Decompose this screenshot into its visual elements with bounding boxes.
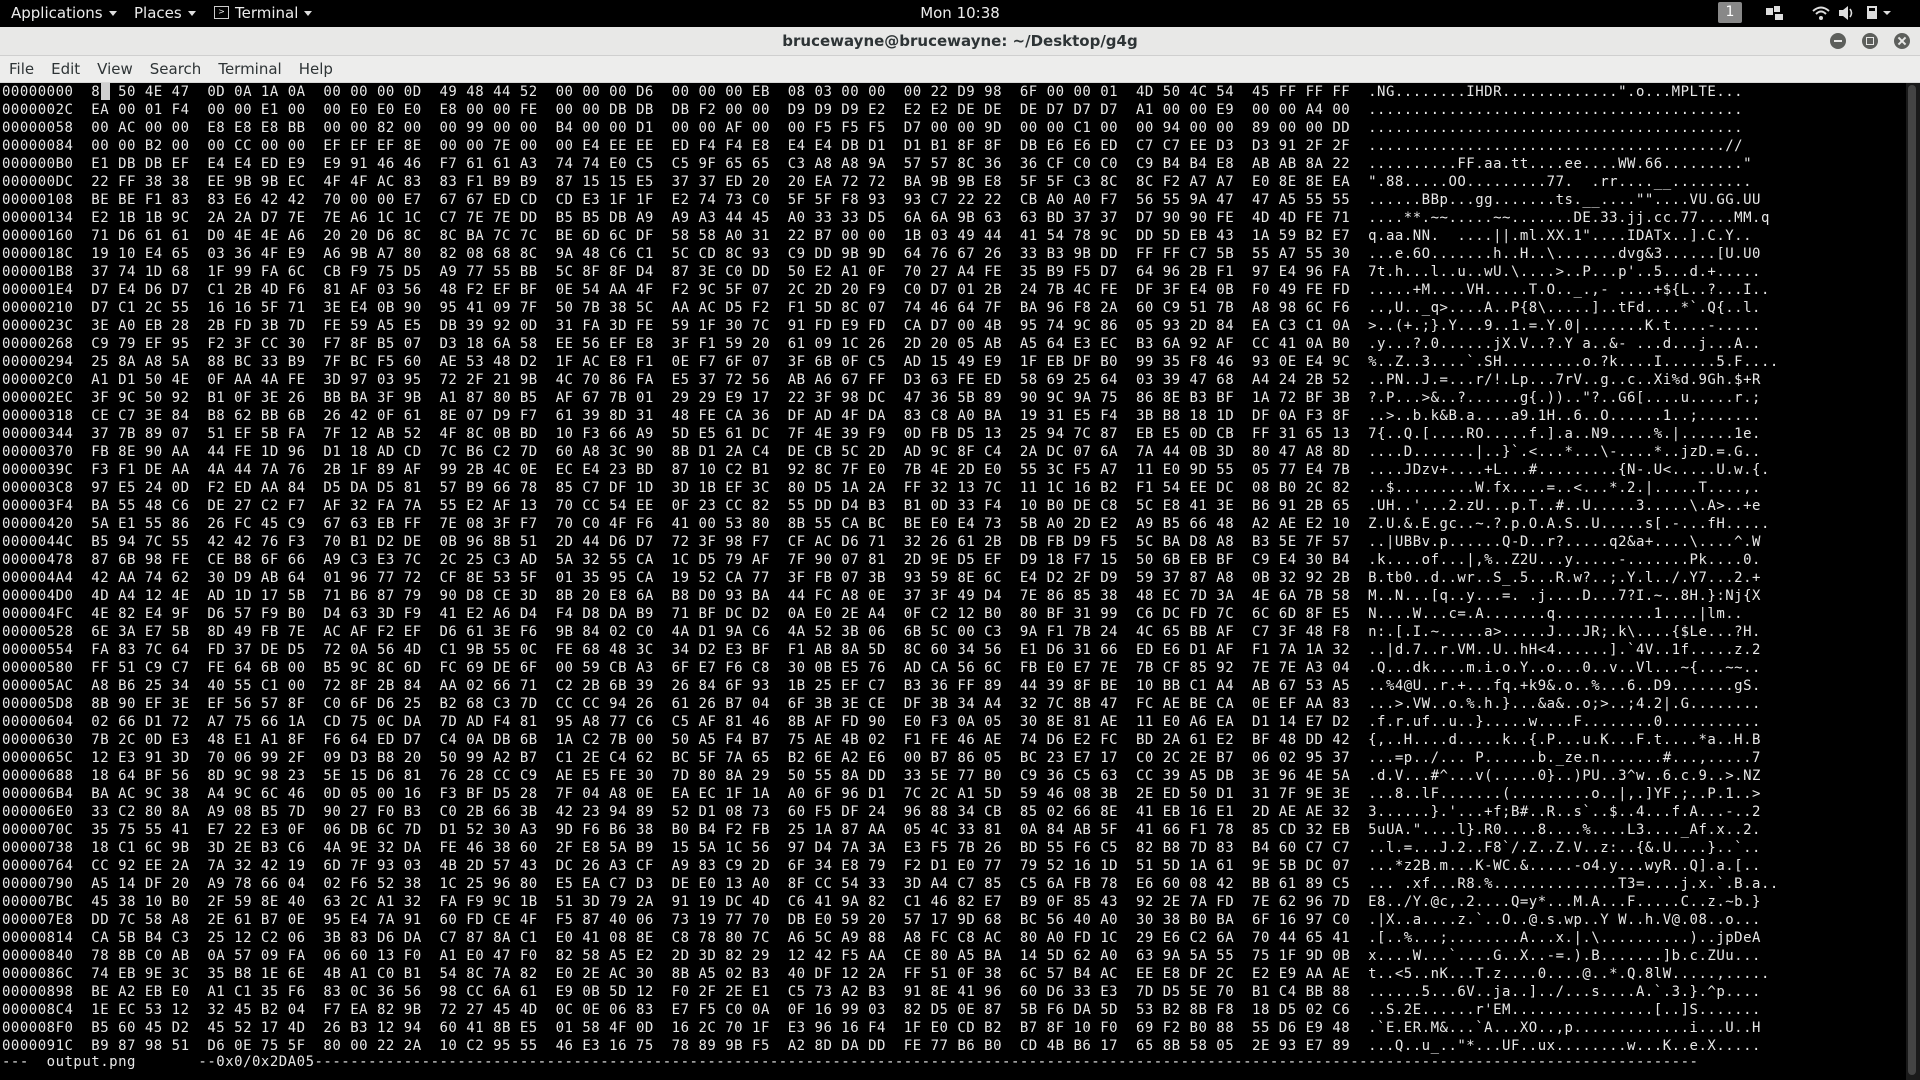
hexdump-line: 000008C4 1E EC 53 12 32 45 B2 04 F7 EA 8…: [2, 1002, 1761, 1018]
hexdump-line: 00000108 BE BE F1 83 83 E6 42 42 70 00 0…: [2, 192, 1761, 208]
minimize-button[interactable]: [1830, 33, 1846, 49]
hexdump-line: 000007E8 DD 7C 58 A8 2E 61 B7 0E 95 E4 7…: [2, 912, 1761, 928]
terminal-scrollbar[interactable]: [1906, 83, 1920, 1080]
hexdump-line: 000000B0 E1 DB DB EF E4 E4 ED E9 E9 91 4…: [2, 156, 1753, 172]
hexdump-view: 00000000 89 50 4E 47 0D 0A 1A 0A 00 00 0…: [2, 83, 1779, 1055]
hexdump-line: 000006B4 BA AC 9C 38 A4 9C 6C 46 0D 05 0…: [2, 786, 1761, 802]
hexdump-line: 000005AC A8 B6 25 34 40 55 C1 00 72 8F 2…: [2, 678, 1761, 694]
hexdump-line: 00000580 FF 51 C9 C7 FE 64 6B 00 B5 9C 8…: [2, 660, 1761, 676]
menu-terminal[interactable]: Terminal: [209, 56, 289, 82]
hexdump-line: 00000604 02 66 D1 72 A7 75 66 1A CD 75 0…: [2, 714, 1761, 730]
clock[interactable]: Mon 10:38: [0, 0, 1920, 27]
terminal-area[interactable]: 00000000 89 50 4E 47 0D 0A 1A 0A 00 00 0…: [0, 83, 1906, 1080]
hexdump-line: 0000070C 35 75 55 41 E7 22 E3 0F 06 DB 6…: [2, 822, 1761, 838]
hexdump-line: 000008F0 B5 60 45 D2 45 52 17 4D 26 B3 1…: [2, 1020, 1761, 1036]
hexdump-line: 00000790 A5 14 DF 20 A9 78 66 04 02 F6 5…: [2, 876, 1779, 892]
window-title: brucewayne@brucewayne: ~/Desktop/g4g: [782, 32, 1138, 50]
hexdump-line: 00000294 25 8A A8 5A 88 BC 33 B9 7F BC F…: [2, 354, 1779, 370]
extension-icon[interactable]: [1765, 5, 1787, 21]
power-menu-icon[interactable]: [1866, 5, 1894, 21]
volume-icon[interactable]: [1838, 5, 1856, 21]
hexdump-line: 00000058 00 AC 00 00 E8 E8 E8 BB 00 00 8…: [2, 120, 1744, 136]
menu-edit[interactable]: Edit: [42, 56, 88, 82]
hexdump-line: 0000065C 12 E3 91 3D 70 06 99 2F 09 D3 B…: [2, 750, 1761, 766]
hexdump-line: 0000086C 74 EB 9E 3C 35 B8 1E 6E 4B A1 C…: [2, 966, 1770, 982]
text-cursor: [101, 83, 110, 100]
menubar: File Edit View Search Terminal Help: [0, 56, 1920, 83]
hexdump-line: 00000764 CC 92 EE 2A 7A 32 42 19 6D 7F 9…: [2, 858, 1761, 874]
hexedit-status-line: --- output.png --0x0/0x2DA05------------…: [2, 1054, 1699, 1070]
hexdump-line: 00000134 E2 1B 1B 9C 2A 2A D7 7E 7E A6 1…: [2, 210, 1770, 226]
menu-search[interactable]: Search: [141, 56, 210, 82]
hexdump-line: 00000554 FA 83 7C 64 FD 37 DE D5 72 0A 5…: [2, 642, 1761, 658]
menu-view[interactable]: View: [88, 56, 141, 82]
hexdump-line: 00000528 6E 3A E7 5B 8D 49 FB 7E AC AF F…: [2, 624, 1761, 640]
hexdump-line: 000004A4 42 AA 74 62 30 D9 AB 64 01 96 7…: [2, 570, 1761, 586]
hexdump-line: 00000318 CE C7 3E 84 B8 62 BB 6B 26 42 0…: [2, 408, 1761, 424]
hexdump-line: 000000DC 22 FF 38 38 EE 9B 9B EC 4F 4F A…: [2, 174, 1753, 190]
hexdump-line: 00000370 FB 8E 90 AA 44 FE 1D 96 D1 18 A…: [2, 444, 1761, 460]
hexdump-line: 00000814 CA 5B B4 C3 25 12 C2 06 3B 83 D…: [2, 930, 1761, 946]
hexdump-line: 00000688 18 64 BF 56 8D 9C 98 23 5E 15 D…: [2, 768, 1761, 784]
hexdump-line: 00000210 D7 C1 2C 55 16 16 5F 71 3E E4 0…: [2, 300, 1761, 316]
hexdump-line: 000003F4 BA 55 48 C6 DE 27 C2 F7 AF 32 F…: [2, 498, 1761, 514]
hexdump-line: 000002C0 A1 D1 50 4E 0F AA 4A FE 3D 97 0…: [2, 372, 1761, 388]
menu-file[interactable]: File: [0, 56, 42, 82]
hexdump-line: 000006E0 33 C2 80 8A A9 08 B5 7D 90 27 F…: [2, 804, 1761, 820]
hexdump-line: 00000738 18 C1 6C 9B 3D 2E B3 C6 4A 9E 3…: [2, 840, 1761, 856]
close-button[interactable]: [1894, 33, 1910, 49]
wifi-icon[interactable]: [1812, 5, 1830, 21]
hexdump-line: 00000268 C9 79 EF 95 F2 3F CC 30 F7 8F B…: [2, 336, 1761, 352]
hexdump-line: 0000002C EA 00 01 F4 00 00 E1 00 00 E0 E…: [2, 102, 1744, 118]
scrollbar-thumb[interactable]: [1908, 85, 1916, 1075]
hexdump-line: 00000344 37 7B 89 07 51 EF 5B FA 7F 12 A…: [2, 426, 1761, 442]
hexdump-line: 000007BC 45 38 10 B0 2F 59 8E 40 63 2C A…: [2, 894, 1761, 910]
workspace-indicator[interactable]: 1: [1718, 2, 1742, 23]
hexdump-line: 000001B8 37 74 1D 68 1F 99 FA 6C CB F9 7…: [2, 264, 1761, 280]
hexdump-line: 0000044C B5 94 7C 55 42 42 76 F3 70 B1 D…: [2, 534, 1761, 550]
hexdump-line: 0000023C 3E A0 EB 28 2B FD 3B 7D FE 59 A…: [2, 318, 1761, 334]
hexdump-line: 00000420 5A E1 55 86 26 FC 45 C9 67 63 E…: [2, 516, 1770, 532]
hexdump-line: 000005D8 8B 90 EF 3E EF 56 57 8F C0 6F D…: [2, 696, 1761, 712]
maximize-button[interactable]: [1862, 33, 1878, 49]
hexdump-line: 00000840 78 8B C0 AB 0A 57 09 FA 06 60 1…: [2, 948, 1761, 964]
hexdump-line: 000004D0 4D A4 12 4E AD 1D 17 5B 71 B6 8…: [2, 588, 1761, 604]
hexdump-line: 000003C8 97 E5 24 0D F2 ED AA 84 D5 DA D…: [2, 480, 1761, 496]
menu-help[interactable]: Help: [290, 56, 341, 82]
hexdump-line: 00000000 89 50 4E 47 0D 0A 1A 0A 00 00 0…: [2, 84, 1744, 100]
hexdump-line: 000002EC 3F 9C 50 92 B1 0F 3E 26 BB BA 3…: [2, 390, 1761, 406]
top-panel: Applications Places > Terminal Mon 10:38 …: [0, 0, 1920, 27]
hexdump-line: 00000898 BE A2 EB E0 A1 C1 35 F6 83 0C 3…: [2, 984, 1761, 1000]
hexdump-line: 0000018C 19 10 E4 65 03 36 4F E9 A6 9B A…: [2, 246, 1761, 262]
hexdump-line: 00000084 00 00 B2 00 00 CC 00 00 EF EF E…: [2, 138, 1744, 154]
hexdump-line: 00000160 71 D6 61 61 D0 4E 4E A6 20 20 D…: [2, 228, 1753, 244]
window-titlebar[interactable]: brucewayne@brucewayne: ~/Desktop/g4g: [0, 27, 1920, 56]
hexdump-line: 00000630 7B 2C 0D E3 48 E1 A1 8F F6 64 E…: [2, 732, 1761, 748]
hexdump-line: 0000039C F3 F1 DE AA 4A 44 7A 76 2B 1F 8…: [2, 462, 1770, 478]
hexdump-line: 000004FC 4E 82 E4 9F D6 57 F9 B0 D4 63 3…: [2, 606, 1744, 622]
hexdump-line: 00000478 87 6B 98 FE CE B8 6F 66 A9 C3 E…: [2, 552, 1761, 568]
hexdump-line: 000001E4 D7 E4 D6 D7 C1 2B 4D F6 81 AF 0…: [2, 282, 1770, 298]
